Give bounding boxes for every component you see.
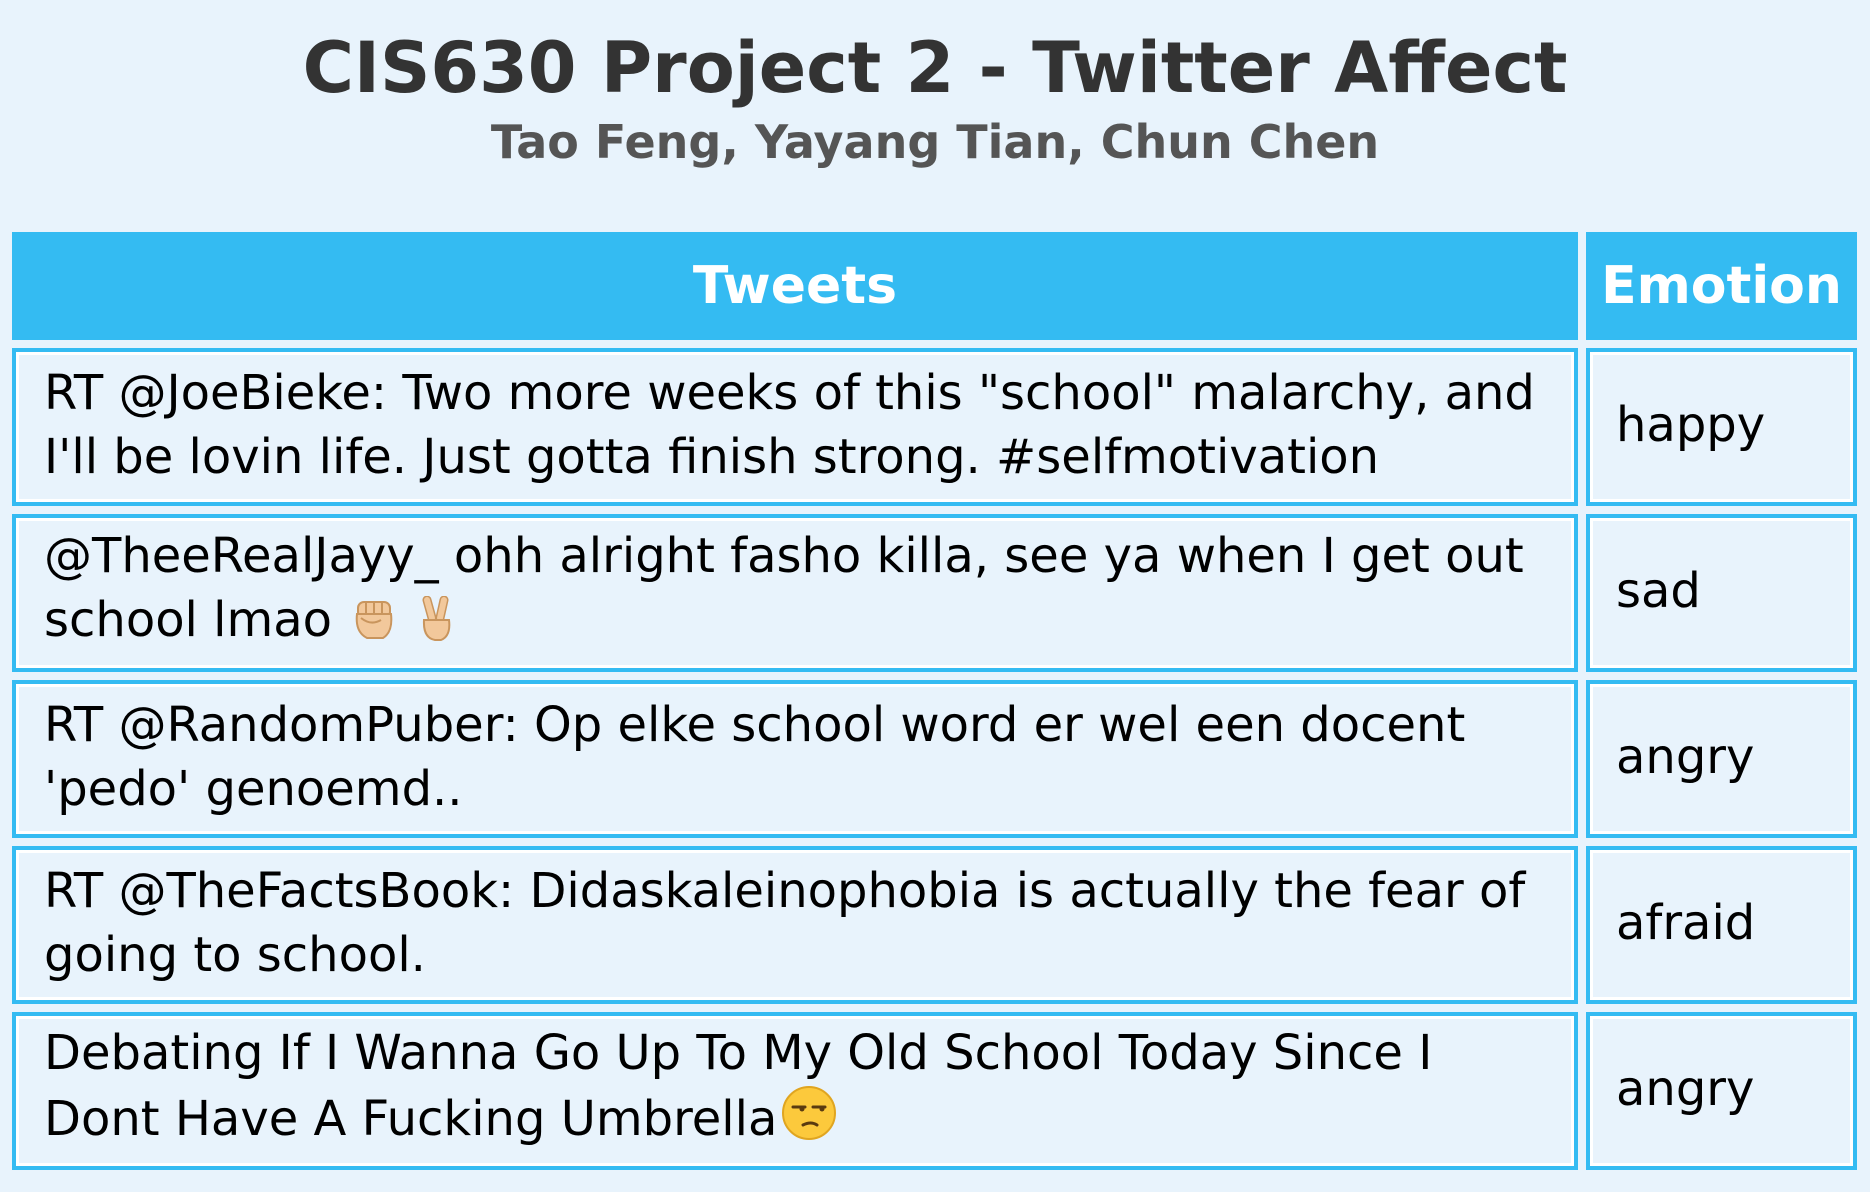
tweet-cell: Debating If I Wanna Go Up To My Old Scho… [12, 1012, 1578, 1170]
victory-hand-icon [417, 594, 457, 658]
emotion-cell: afraid [1586, 846, 1857, 1004]
table-row: RT @JoeBieke: Two more weeks of this "sc… [12, 348, 1857, 506]
column-header-tweets: Tweets [12, 232, 1578, 340]
emotion-cell: angry [1586, 680, 1857, 838]
tweet-cell: RT @RandomPuber: Op elke school word er … [12, 680, 1578, 838]
tweet-cell: @TheeRealJayy_ ohh alright fasho killa, … [12, 514, 1578, 672]
tweet-cell: RT @JoeBieke: Two more weeks of this "sc… [12, 348, 1578, 506]
page-header: CIS630 Project 2 - Twitter Affect Tao Fe… [0, 0, 1870, 170]
table-row: RT @TheFactsBook: Didaskaleinophobia is … [12, 846, 1857, 1004]
unamused-face-icon [781, 1085, 837, 1157]
table-header-row: Tweets Emotion [12, 232, 1857, 340]
raised-fist-icon [351, 594, 397, 658]
emotion-cell: angry [1586, 1012, 1857, 1170]
page-subtitle: Tao Feng, Yayang Tian, Chun Chen [490, 115, 1380, 169]
tweet-text: RT @JoeBieke: Two more weeks of this "sc… [44, 365, 1535, 485]
tweet-cell: RT @TheFactsBook: Didaskaleinophobia is … [12, 846, 1578, 1004]
tweet-text: RT @RandomPuber: Op elke school word er … [44, 697, 1466, 817]
column-header-emotion: Emotion [1586, 232, 1857, 340]
tweet-text: RT @TheFactsBook: Didaskaleinophobia is … [44, 863, 1526, 983]
emotion-cell: happy [1586, 348, 1857, 506]
page-title: CIS630 Project 2 - Twitter Affect [302, 27, 1568, 109]
tweet-text: Debating If I Wanna Go Up To My Old Scho… [44, 1025, 1433, 1147]
table-row: @TheeRealJayy_ ohh alright fasho killa, … [12, 514, 1857, 672]
table-row: Debating If I Wanna Go Up To My Old Scho… [12, 1012, 1857, 1170]
emotion-cell: sad [1586, 514, 1857, 672]
tweet-text: @TheeRealJayy_ ohh alright fasho killa, … [44, 528, 1524, 648]
tweet-emotion-table: Tweets Emotion RT @JoeBieke: Two more we… [4, 224, 1865, 1178]
table-row: RT @RandomPuber: Op elke school word er … [12, 680, 1857, 838]
